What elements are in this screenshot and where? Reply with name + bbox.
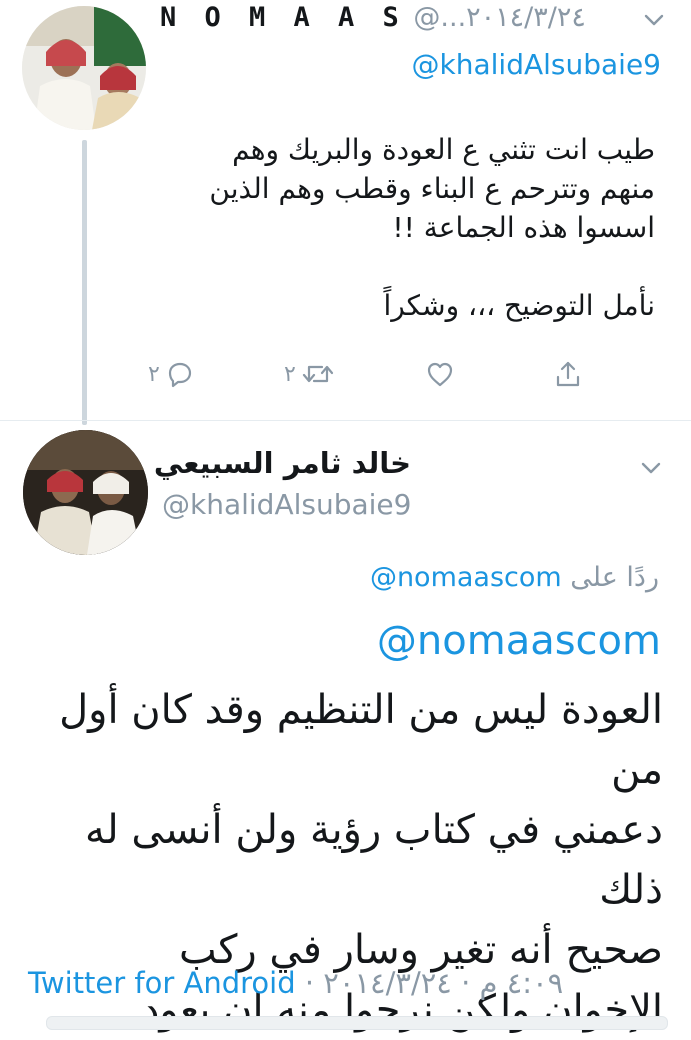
retweet-icon <box>302 365 333 383</box>
reply-compose-bar[interactable] <box>46 1016 668 1030</box>
retweet-button[interactable]: ٢ <box>284 356 336 392</box>
tweet-date: ٢٠١٤/٣/٢٤ <box>323 966 452 1000</box>
tweet2-handle[interactable]: @khalidAlsubaie9 <box>162 488 411 521</box>
avatar-nomaas[interactable] <box>22 6 146 130</box>
tweet-divider <box>0 420 691 421</box>
tweet2-menu-chevron-down-icon[interactable] <box>637 454 665 482</box>
replying-to-handle[interactable]: @nomaascom <box>370 562 562 593</box>
tweet-time: ٤:٠٩ م <box>479 966 564 1000</box>
avatar-image <box>23 430 148 555</box>
tweet2-display-name[interactable]: خالد ثامر السبيعي <box>154 446 411 480</box>
heart-icon <box>427 362 453 387</box>
reply-count: ٢ <box>148 361 160 387</box>
tweet1-body-text: طيب انت تثني ع العودة والبريك وهم منهم و… <box>209 133 655 322</box>
meta-separator: · <box>461 966 471 1000</box>
replying-to-prefix: ردًا على <box>570 562 659 593</box>
replying-to-line: ردًا على @nomaascom <box>370 562 659 593</box>
share-button[interactable] <box>552 356 584 392</box>
thread-connector-line <box>82 140 87 425</box>
tweet1-handle-and-date: @...‏ ٢٠١٤/٣/٢٤ <box>413 2 595 33</box>
tweet1-header: N O M A A S @...‏ ٢٠١٤/٣/٢٤ <box>160 2 650 38</box>
retweet-count: ٢ <box>284 361 296 387</box>
reply-button[interactable]: ٢ <box>148 356 196 392</box>
avatar-khalid[interactable] <box>23 430 148 555</box>
like-button[interactable] <box>424 356 456 392</box>
tweet-source-link[interactable]: Twitter for Android <box>28 966 296 1000</box>
share-icon <box>556 361 580 387</box>
reply-icon <box>168 362 191 388</box>
tweet1-menu-chevron-down-icon[interactable] <box>640 6 668 34</box>
tweet2-metadata: Twitter for Android · ٢٠١٤/٣/٢٤ · ٤:٠٩ م <box>28 966 563 1000</box>
avatar-image <box>22 6 146 130</box>
tweet2-mention[interactable]: @nomaascom <box>377 618 661 664</box>
meta-separator: · <box>304 966 315 1000</box>
tweet1-display-name[interactable]: N O M A A S <box>160 2 405 33</box>
tweet1-reply-to-handle[interactable]: @khalidAlsubaie9 <box>412 48 661 81</box>
